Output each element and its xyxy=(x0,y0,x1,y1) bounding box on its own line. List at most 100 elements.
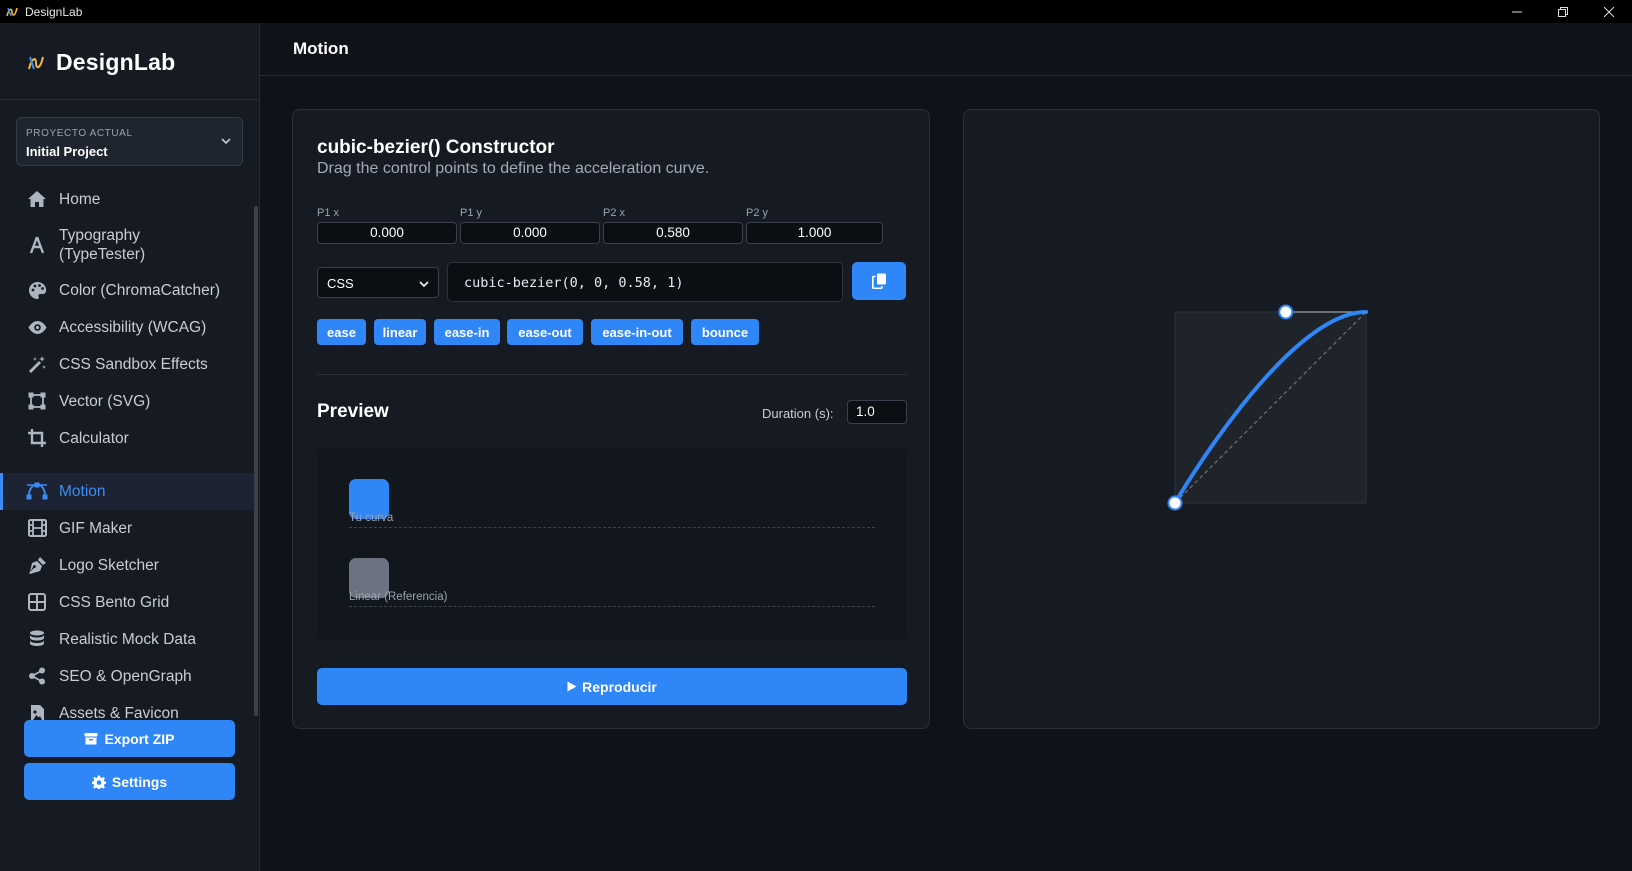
bezier-graph[interactable] xyxy=(964,110,1601,730)
sidebar-item-label: GIF Maker xyxy=(59,520,133,537)
sidebar-item-label: Home xyxy=(59,191,101,208)
p1-control-point[interactable] xyxy=(1167,495,1183,511)
duration-input[interactable]: 1.0 xyxy=(847,400,907,424)
window-titlebar: DesignLab xyxy=(0,0,1632,23)
typography-icon xyxy=(26,234,48,256)
preset-linear-button[interactable]: linear xyxy=(374,319,426,345)
vector-square-icon xyxy=(26,390,48,412)
share-icon xyxy=(26,665,48,687)
sidebar-item-css-bento-grid[interactable]: CSS Bento Grid xyxy=(0,584,254,621)
sidebar-item-typography[interactable]: Typography (TypeTester) xyxy=(0,218,254,272)
format-select[interactable]: CSS xyxy=(317,267,439,298)
p1y-input[interactable]: 0.000 xyxy=(460,222,600,244)
palette-icon xyxy=(26,279,48,301)
restore-button[interactable] xyxy=(1540,0,1586,23)
sidebar-item-css-sandbox[interactable]: CSS Sandbox Effects xyxy=(0,346,254,383)
p2x-label: P2 x xyxy=(603,207,626,219)
crop-icon xyxy=(26,427,48,449)
constructor-subtitle: Drag the control points to define the ac… xyxy=(317,160,710,177)
sidebar-item-label: Motion xyxy=(59,483,106,500)
eye-icon xyxy=(26,316,48,338)
p2-control-point[interactable] xyxy=(1278,304,1294,320)
sidebar-item-label: Vector (SVG) xyxy=(59,393,151,410)
settings-button[interactable]: Settings xyxy=(24,763,235,800)
sidebar-item-gif-maker[interactable]: GIF Maker xyxy=(0,510,254,547)
magic-wand-icon xyxy=(26,353,48,375)
copy-icon xyxy=(871,273,886,289)
p1y-label: P1 y xyxy=(460,207,483,219)
sidebar-item-label: SEO & OpenGraph xyxy=(59,668,192,685)
sidebar-item-accessibility[interactable]: Accessibility (WCAG) xyxy=(0,309,254,346)
linear-track-label: Linear (Referencia) xyxy=(349,591,448,603)
linear-track-line xyxy=(349,606,875,607)
code-output-text: cubic-bezier(0, 0, 0.58, 1) xyxy=(464,275,684,291)
archive-icon xyxy=(84,732,98,744)
sidebar-item-mock-data[interactable]: Realistic Mock Data xyxy=(0,621,254,658)
sidebar-scrollbar[interactable] xyxy=(254,206,258,716)
export-zip-label: Export ZIP xyxy=(104,730,175,747)
play-icon xyxy=(567,681,577,692)
preset-ease-in-button[interactable]: ease-in xyxy=(434,319,500,345)
preset-bounce-button[interactable]: bounce xyxy=(691,319,759,345)
database-icon xyxy=(26,628,48,650)
sidebar-divider xyxy=(0,99,259,100)
gear-icon xyxy=(91,775,106,789)
copy-button[interactable] xyxy=(852,262,906,300)
brand-name: DesignLab xyxy=(56,49,176,75)
page-header: Motion xyxy=(260,23,1632,76)
sidebar-item-label: Logo Sketcher xyxy=(59,557,159,574)
sidebar-item-calculator[interactable]: Calculator xyxy=(0,420,254,457)
sidebar-item-label: Calculator xyxy=(59,430,129,447)
pen-nib-icon xyxy=(26,554,48,576)
app-logo-icon xyxy=(6,7,18,16)
page-title: Motion xyxy=(293,39,349,58)
bezier-graph-panel xyxy=(963,109,1600,729)
chevron-down-icon xyxy=(221,138,231,145)
project-label: PROYECTO ACTUAL xyxy=(26,128,133,139)
sidebar-item-seo[interactable]: SEO & OpenGraph xyxy=(0,658,254,695)
project-value: Initial Project xyxy=(26,144,108,159)
section-divider xyxy=(317,374,907,375)
chevron-down-icon xyxy=(419,281,429,288)
code-output-field[interactable]: cubic-bezier(0, 0, 0.58, 1) xyxy=(447,262,843,302)
bezier-curve-icon xyxy=(26,480,48,502)
sidebar-item-label: Realistic Mock Data xyxy=(59,631,196,648)
project-selector[interactable]: PROYECTO ACTUAL Initial Project xyxy=(16,117,243,166)
p1x-input[interactable]: 0.000 xyxy=(317,222,457,244)
preset-ease-button[interactable]: ease xyxy=(317,319,366,345)
sidebar-item-label: Color (ChromaCatcher) xyxy=(59,282,221,299)
p1x-label: P1 x xyxy=(317,207,340,219)
play-label: Reproducir xyxy=(582,678,657,695)
curve-track-label: Tu curva xyxy=(349,512,394,524)
sidebar-item-motion[interactable]: Motion xyxy=(0,473,254,510)
sidebar-item-label: CSS Sandbox Effects xyxy=(59,356,208,373)
curve-track-line xyxy=(349,527,875,528)
minimize-button[interactable] xyxy=(1494,0,1540,23)
format-select-value: CSS xyxy=(327,276,354,291)
preview-area: Tu curva Linear (Referencia) xyxy=(317,448,907,640)
sidebar: DesignLab PROYECTO ACTUAL Initial Projec… xyxy=(0,23,260,871)
sidebar-item-vector[interactable]: Vector (SVG) xyxy=(0,383,254,420)
minimize-icon xyxy=(1512,11,1522,12)
play-button[interactable]: Reproducir xyxy=(317,668,907,705)
constructor-title: cubic-bezier() Constructor xyxy=(317,137,555,158)
sidebar-item-logo-sketcher[interactable]: Logo Sketcher xyxy=(0,547,254,584)
settings-label: Settings xyxy=(111,773,168,790)
brand: DesignLab xyxy=(26,49,175,76)
export-zip-button[interactable]: Export ZIP xyxy=(24,720,235,757)
preview-title: Preview xyxy=(317,401,389,422)
brand-logo-icon xyxy=(28,56,44,69)
preset-ease-out-button[interactable]: ease-out xyxy=(507,319,583,345)
p2y-input[interactable]: 1.000 xyxy=(746,222,883,244)
p2x-input[interactable]: 0.580 xyxy=(603,222,743,244)
window-title: DesignLab xyxy=(25,4,83,19)
close-button[interactable] xyxy=(1586,0,1632,23)
sidebar-item-label: Accessibility (WCAG) xyxy=(59,319,207,336)
sidebar-item-color[interactable]: Color (ChromaCatcher) xyxy=(0,272,254,309)
grid-icon xyxy=(26,591,48,613)
film-icon xyxy=(26,517,48,539)
preset-ease-in-out-button[interactable]: ease-in-out xyxy=(591,319,683,345)
sidebar-item-home[interactable]: Home xyxy=(0,180,254,218)
sidebar-nav: Home Typography (TypeTester) Color (Chro… xyxy=(0,180,254,750)
sidebar-item-label: Typography (TypeTester) xyxy=(59,227,146,263)
